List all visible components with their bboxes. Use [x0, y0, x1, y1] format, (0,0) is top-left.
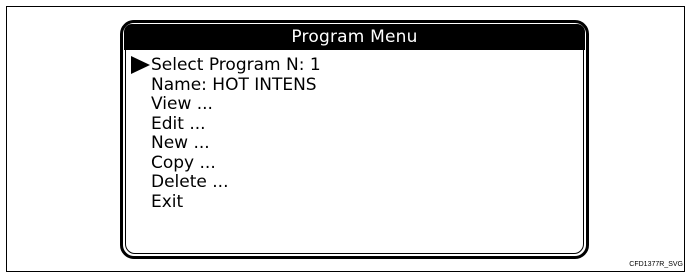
menu-item-label: New ... [151, 133, 210, 153]
menu-title-bar: Program Menu [124, 24, 585, 50]
display-screen: Program Menu Select Program N: 1 Name: H… [120, 20, 589, 259]
menu-item-label: Edit ... [151, 113, 206, 134]
menu-item-copy[interactable]: Copy ... [151, 152, 321, 174]
menu-item-edit[interactable]: Edit ... [151, 113, 321, 135]
menu-list: Select Program N: 1 Name: HOT INTENS Vie… [131, 55, 321, 213]
menu-item-label: Exit [151, 191, 184, 212]
menu-item-view[interactable]: View ... [151, 94, 321, 115]
figure-code: CFD1377R_SVG [629, 261, 683, 268]
menu-item-exit[interactable]: Exit [151, 191, 321, 213]
menu-item-label: Delete ... [151, 172, 229, 192]
menu-item-label: View ... [151, 94, 213, 114]
menu-title: Program Menu [291, 27, 418, 47]
menu-item-select-program[interactable]: Select Program N: 1 [131, 55, 321, 76]
menu-item-delete[interactable]: Delete ... [151, 172, 321, 193]
menu-item-label: Name: HOT INTENS [151, 74, 317, 95]
menu-item-new[interactable]: New ... [151, 133, 321, 154]
menu-item-label: Copy ... [151, 152, 216, 173]
menu-item-label: Select Program N: 1 [151, 55, 321, 75]
triangle-right-icon [131, 56, 150, 74]
menu-item-name[interactable]: Name: HOT INTENS [151, 74, 321, 96]
